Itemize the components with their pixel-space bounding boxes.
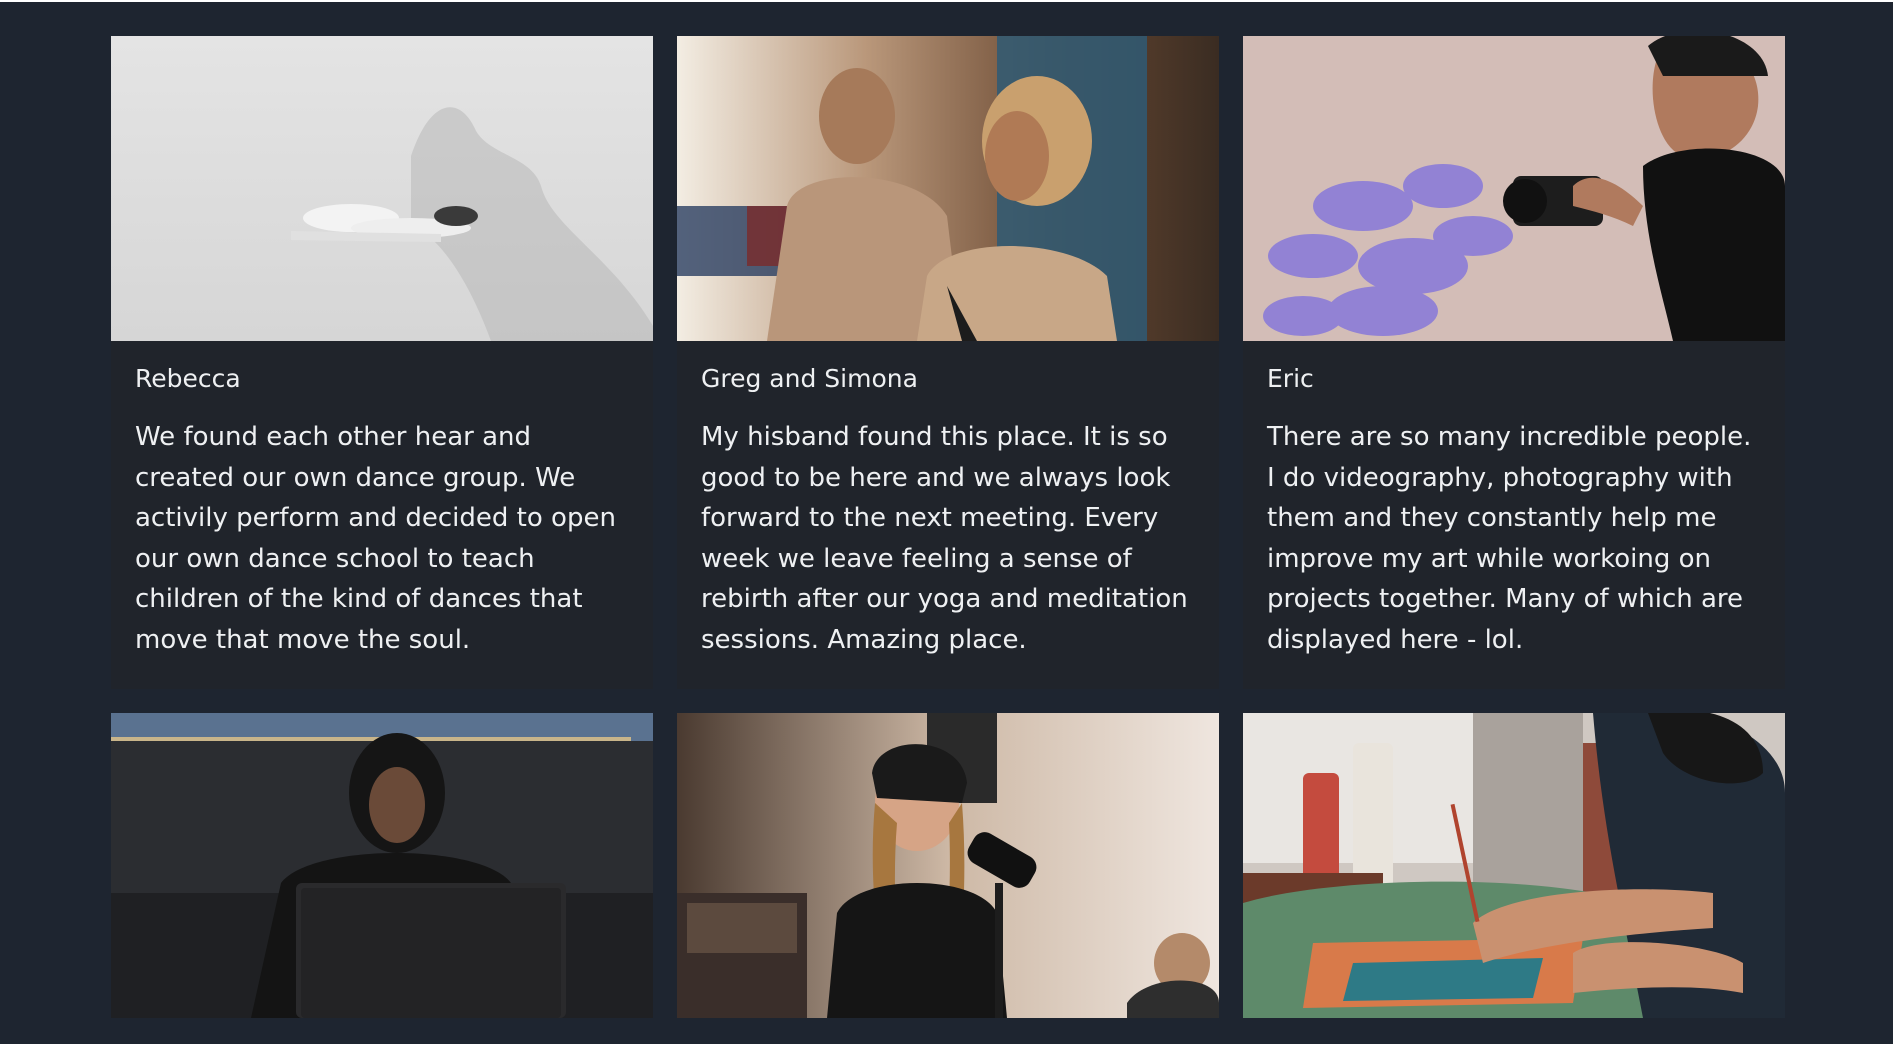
window-edge — [1893, 2, 1895, 1046]
testimonial-card-greg-and-simona: Greg and Simona My hisband found this pl… — [677, 36, 1219, 689]
testimonial-card-5 — [677, 712, 1219, 1018]
couple-meditating-photo — [677, 36, 1219, 341]
testimonial-name: Eric — [1267, 364, 1314, 393]
testimonials-page: Rebecca We found each other hear and cre… — [0, 0, 1895, 1046]
dancer-photo — [111, 36, 653, 341]
testimonial-card-eric: Eric There are so many incredible people… — [1243, 36, 1785, 689]
testimonial-card-rebecca: Rebecca We found each other hear and cre… — [111, 36, 653, 689]
testimonial-card-4 — [111, 712, 653, 1018]
testimonial-name: Rebecca — [135, 364, 241, 393]
testimonial-quote: There are so many incredible people. I d… — [1267, 422, 1752, 655]
laptop-hoodie-photo — [111, 712, 653, 1018]
testimonial-card-6 — [1243, 712, 1785, 1018]
photographer-photo — [1243, 36, 1785, 341]
testimonial-name: Greg and Simona — [701, 364, 918, 393]
singer-microphone-photo — [677, 712, 1219, 1018]
testimonial-quote: We found each other hear and created our… — [135, 422, 616, 655]
testimonial-grid: Rebecca We found each other hear and cre… — [111, 36, 1785, 1018]
testimonial-quote: My hisband found this place. It is so go… — [701, 422, 1188, 655]
painter-photo — [1243, 712, 1785, 1018]
